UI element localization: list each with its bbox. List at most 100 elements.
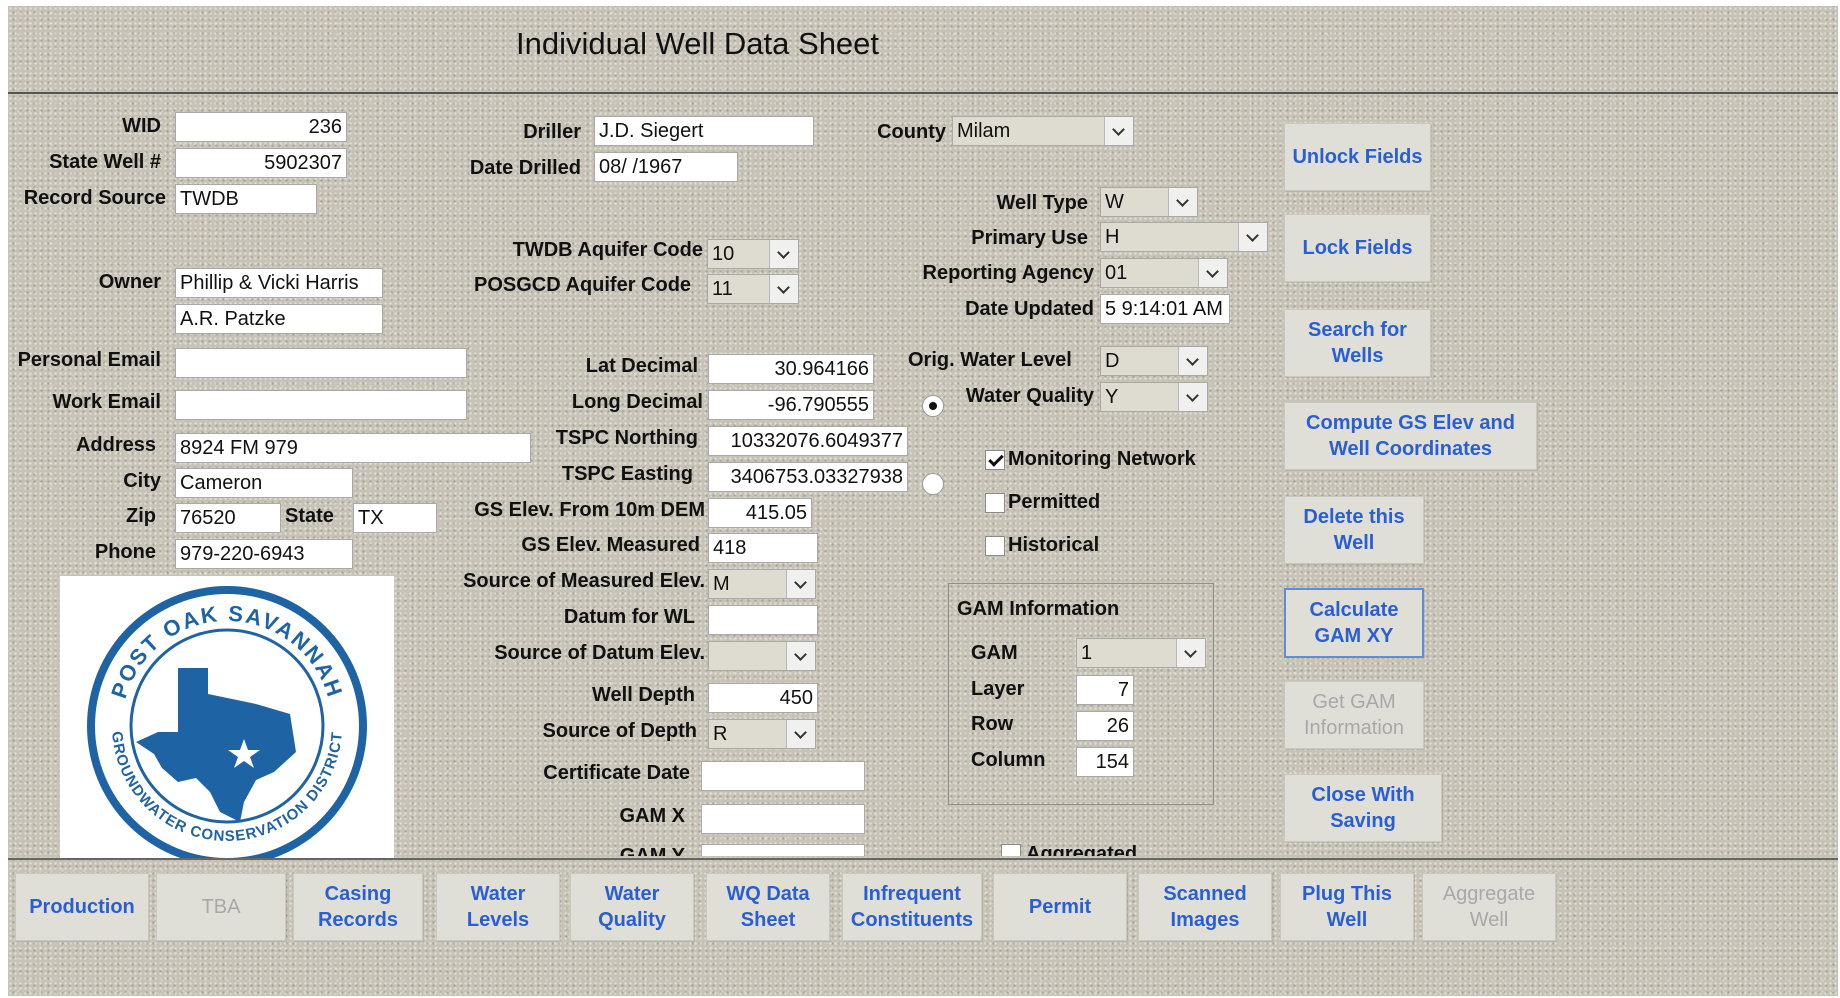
chevron-down-icon[interactable]: [1238, 223, 1267, 251]
permitted-checkbox[interactable]: [985, 493, 1005, 513]
gam-y-field[interactable]: [701, 844, 865, 856]
historical-checkbox[interactable]: [985, 536, 1005, 556]
chevron-down-icon[interactable]: [786, 570, 815, 598]
water-quality-combo[interactable]: Y: [1100, 382, 1208, 412]
date-drilled-field[interactable]: 08/ /1967: [594, 152, 738, 182]
column-label: Column: [971, 749, 1046, 771]
compute-gs-elev-button[interactable]: Compute GS Elev and Well Coordinates: [1284, 402, 1537, 470]
tab-plug-this-well[interactable]: Plug This Well: [1280, 873, 1414, 941]
chevron-down-icon[interactable]: [769, 240, 798, 268]
source-measured-elev-combo[interactable]: M: [708, 569, 816, 599]
primary-use-label: Primary Use: [971, 227, 1088, 249]
gs-elev-dem-label: GS Elev. From 10m DEM: [474, 499, 705, 521]
tab-infrequent-constituents[interactable]: Infrequent Constituents: [842, 873, 982, 941]
unlock-fields-button[interactable]: Unlock Fields: [1284, 123, 1431, 191]
work-email-field[interactable]: [175, 390, 467, 420]
chevron-down-icon[interactable]: [769, 275, 798, 303]
column-field[interactable]: 154: [1076, 747, 1134, 777]
gam-value: 1: [1081, 642, 1093, 664]
app-window: Individual Well Data Sheet WID 236 State…: [0, 0, 1840, 998]
orig-water-level-combo[interactable]: D: [1100, 346, 1208, 376]
tspc-easting-field[interactable]: 3406753.03327938: [708, 462, 908, 492]
state-field[interactable]: TX: [353, 503, 437, 533]
close-with-saving-button[interactable]: Close With Saving: [1284, 774, 1442, 842]
gs-elev-measured-label: GS Elev. Measured: [521, 534, 700, 556]
chevron-down-icon[interactable]: [1176, 639, 1205, 667]
tab-wq-data-sheet[interactable]: WQ Data Sheet: [706, 873, 830, 941]
monitoring-network-label: Monitoring Network: [1008, 448, 1196, 470]
long-decimal-field[interactable]: -96.790555: [708, 390, 874, 420]
certificate-date-label: Certificate Date: [543, 762, 690, 784]
source-depth-label: Source of Depth: [542, 720, 697, 742]
chevron-down-icon[interactable]: [1104, 117, 1133, 145]
datum-wl-field[interactable]: [708, 605, 818, 635]
record-source-field[interactable]: TWDB: [175, 184, 317, 214]
lat-decimal-field[interactable]: 30.964166: [708, 354, 874, 384]
certificate-date-field[interactable]: [701, 761, 865, 791]
zip-field[interactable]: 76520: [175, 503, 281, 533]
phone-label: Phone: [94, 541, 156, 563]
reporting-agency-combo[interactable]: 01: [1100, 258, 1228, 288]
source-datum-elev-label: Source of Datum Elev.: [494, 642, 705, 664]
chevron-down-icon[interactable]: [786, 642, 815, 670]
get-gam-information-button[interactable]: Get GAM Information: [1284, 681, 1424, 749]
owner-field-1[interactable]: Phillip & Vicki Harris: [175, 268, 383, 298]
datum-wl-label: Datum for WL: [563, 606, 695, 628]
source-depth-combo[interactable]: R: [708, 719, 816, 749]
gam-x-field[interactable]: [701, 804, 865, 834]
zip-label: Zip: [126, 505, 156, 527]
well-depth-field[interactable]: 450: [708, 683, 818, 713]
tspc-northing-field[interactable]: 10332076.6049377: [708, 426, 908, 456]
posgcd-aquifer-combo[interactable]: 11: [707, 274, 799, 304]
monitoring-network-checkbox[interactable]: [985, 450, 1005, 470]
state-well-field[interactable]: 5902307: [175, 148, 347, 178]
tab-tba[interactable]: TBA: [156, 873, 286, 941]
gs-elev-dem-field[interactable]: 415.05: [708, 498, 812, 528]
primary-use-combo[interactable]: H: [1100, 222, 1268, 252]
chevron-down-icon[interactable]: [786, 720, 815, 748]
chevron-down-icon[interactable]: [1198, 259, 1227, 287]
aggregated-row-clip: Aggregated: [993, 842, 1253, 856]
source-depth-value: R: [713, 723, 728, 745]
personal-email-field[interactable]: [175, 348, 467, 378]
tab-aggregate-well[interactable]: Aggregate Well: [1422, 873, 1556, 941]
tab-water-levels[interactable]: Water Levels: [436, 873, 560, 941]
owner-field-2[interactable]: A.R. Patzke: [175, 304, 383, 334]
phone-field[interactable]: 979-220-6943: [175, 539, 353, 569]
driller-field[interactable]: J.D. Siegert: [594, 116, 814, 146]
gs-elev-measured-field[interactable]: 418: [708, 533, 818, 563]
water-quality-value: Y: [1105, 386, 1119, 408]
address-label: Address: [75, 434, 156, 456]
gam-information-group: GAM Information GAM 1 Layer 7 Row 26 Col…: [948, 583, 1214, 805]
city-field[interactable]: Cameron: [175, 468, 353, 498]
lock-fields-button[interactable]: Lock Fields: [1284, 214, 1431, 282]
chevron-down-icon[interactable]: [1178, 347, 1207, 375]
city-label: City: [123, 470, 161, 492]
row-field[interactable]: 26: [1076, 711, 1134, 741]
tab-permit[interactable]: Permit: [993, 873, 1127, 941]
calculate-gam-xy-button[interactable]: Calculate GAM XY: [1284, 588, 1424, 658]
tab-casing-records[interactable]: Casing Records: [293, 873, 423, 941]
search-wells-button[interactable]: Search for Wells: [1284, 309, 1431, 377]
well-type-combo[interactable]: W: [1100, 187, 1198, 217]
source-datum-elev-combo[interactable]: [708, 641, 816, 671]
chevron-down-icon[interactable]: [1168, 188, 1197, 216]
orig-water-level-label: Orig. Water Level: [908, 349, 1072, 371]
twdb-aquifer-combo[interactable]: 10: [707, 239, 799, 269]
gam-combo[interactable]: 1: [1076, 638, 1206, 668]
chevron-down-icon[interactable]: [1178, 383, 1207, 411]
source-measured-elev-label: Source of Measured Elev.: [463, 570, 705, 592]
tab-production[interactable]: Production: [15, 873, 149, 941]
tab-scanned-images[interactable]: Scanned Images: [1138, 873, 1272, 941]
layer-field[interactable]: 7: [1076, 675, 1134, 705]
gam-label: GAM: [971, 642, 1018, 664]
twdb-aquifer-value: 10: [712, 243, 735, 265]
coordinate-source-radio-1[interactable]: [922, 395, 944, 417]
delete-well-button[interactable]: Delete this Well: [1284, 496, 1424, 564]
aggregated-checkbox[interactable]: [1001, 844, 1021, 856]
date-updated-field[interactable]: 5 9:14:01 AM: [1100, 294, 1230, 324]
wid-field[interactable]: 236: [175, 112, 347, 142]
coordinate-source-radio-2[interactable]: [922, 473, 944, 495]
tab-water-quality[interactable]: Water Quality: [570, 873, 694, 941]
county-combo[interactable]: Milam: [952, 116, 1134, 146]
